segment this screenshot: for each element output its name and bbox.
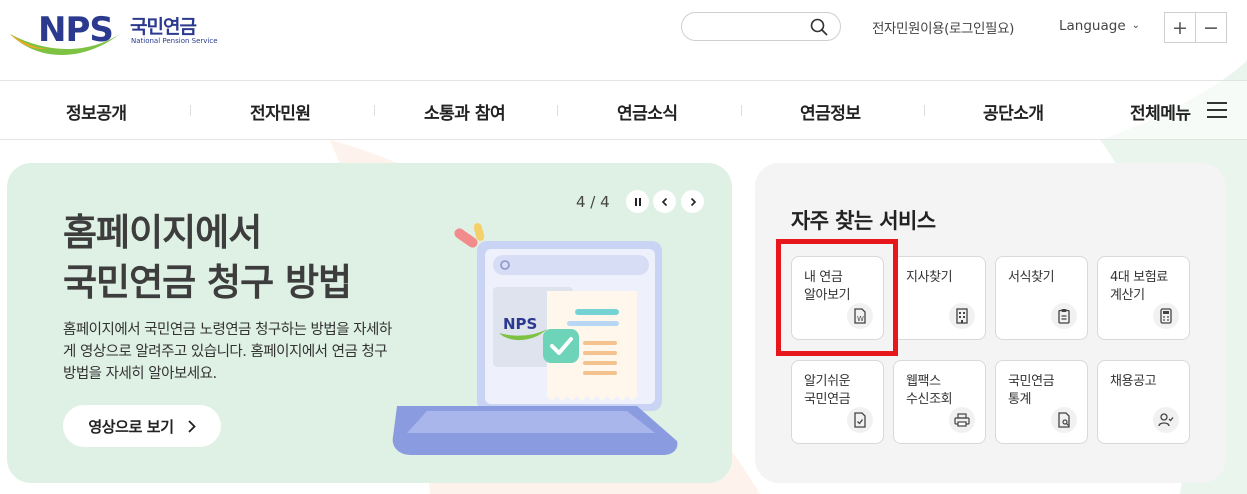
service-find-forms[interactable]: 서식찾기 [995,256,1088,340]
service-label: 채용공고 [1110,374,1157,389]
nav-item-e-civil[interactable]: 전자민원 [250,99,311,124]
nav-item-info-disclosure[interactable]: 정보공개 [66,99,127,124]
main-banner: 홈페이지에서 국민연금 청구 방법 홈페이지에서 국민연금 노령연금 청구하는 … [7,163,732,483]
clipboard-icon [1051,303,1077,329]
service-label: 알기쉬운 국민연금 [804,374,851,407]
pause-icon [634,197,641,206]
service-my-pension[interactable]: 내 연금 알아보기 W [791,256,884,340]
zoom-in-button[interactable]: + [1165,13,1195,42]
service-label: 국민연금 통계 [1008,374,1055,407]
service-find-branch[interactable]: 지사찾기 [893,256,986,340]
chevron-down-icon: ⌄ [1131,20,1141,31]
chevron-left-icon [661,197,667,206]
chevron-right-icon [690,197,696,206]
logo-name-en: National Pension Service [131,37,218,45]
nav-item-pension-info[interactable]: 연금정보 [800,99,861,124]
service-label: 내 연금 알아보기 [804,270,851,303]
nav-divider [924,105,925,116]
building-icon [949,303,975,329]
search-box [681,12,841,41]
service-label: 4대 보험료 계산기 [1110,270,1168,303]
nav-item-about[interactable]: 공단소개 [983,99,1044,124]
zoom-controls: + − [1164,12,1227,43]
all-menu-button[interactable]: 전체메뉴 [1130,99,1191,124]
service-label: 지사찾기 [906,270,953,285]
pause-button[interactable] [626,190,649,213]
service-webfax[interactable]: 웹팩스 수신조회 [893,360,986,444]
hamburger-menu-icon[interactable] [1207,101,1227,119]
language-selector[interactable]: Language ⌄ [1059,18,1140,34]
nav-divider [741,105,742,116]
service-label: 웹팩스 수신조회 [906,374,953,407]
slide-counter: 4 / 4 [576,193,610,211]
nav-item-communication[interactable]: 소통과 참여 [424,99,506,124]
logo-name-kr: 국민연금 [130,16,197,38]
chevron-right-icon [187,419,196,433]
logo-mark: NPS [38,10,114,50]
banner-title-line2: 국민연금 청구 방법 [63,261,352,304]
frequent-services-panel: 자주 찾는 서비스 내 연금 알아보기 W 지사찾기 서식찾기 4대 보험료 계… [755,163,1226,483]
civil-service-link[interactable]: 전자민원이용(로그인필요) [872,17,1014,37]
watch-video-button[interactable]: 영상으로 보기 [63,405,221,447]
nav-item-pension-news[interactable]: 연금소식 [617,99,678,124]
svg-text:W: W [857,315,864,323]
services-title: 자주 찾는 서비스 [791,209,936,233]
service-recruitment[interactable]: 채용공고 [1097,360,1190,444]
service-easy-pension[interactable]: 알기쉬운 국민연금 [791,360,884,444]
laptop-illustration: NPS [392,223,678,455]
service-label: 서식찾기 [1008,270,1055,285]
service-insurance-calculator[interactable]: 4대 보험료 계산기 [1097,256,1190,340]
doc-search-icon [1051,407,1077,433]
nav-divider [557,105,558,116]
calculator-icon [1153,303,1179,329]
pension-doc-icon: W [847,303,873,329]
search-icon[interactable] [810,18,828,36]
main-navigation: 정보공개 전자민원 소통과 참여 연금소식 연금정보 공단소개 전체메뉴 [0,80,1247,140]
site-header: NPS 국민연금 National Pension Service 전자민원이용… [0,0,1247,80]
screen-logo-text: NPS [503,315,537,333]
printer-icon [949,407,975,433]
nav-divider [374,105,375,116]
banner-description: 홈페이지에서 국민연금 노령연금 청구하는 방법을 자세하게 영상으로 알려주고… [63,322,392,382]
banner-title: 홈페이지에서 국민연금 청구 방법 [63,208,352,308]
banner-title-line1: 홈페이지에서 [63,211,262,254]
search-input[interactable] [694,13,814,40]
service-pension-statistics[interactable]: 국민연금 통계 [995,360,1088,444]
zoom-out-button[interactable]: − [1195,13,1226,42]
prev-slide-button[interactable] [653,190,676,213]
person-check-icon [1153,407,1179,433]
nps-logo[interactable]: NPS 국민연금 National Pension Service [8,10,218,62]
next-slide-button[interactable] [681,190,704,213]
nav-divider [190,105,191,116]
language-label: Language [1059,18,1126,34]
watch-video-label: 영상으로 보기 [88,417,174,436]
check-doc-icon [847,407,873,433]
